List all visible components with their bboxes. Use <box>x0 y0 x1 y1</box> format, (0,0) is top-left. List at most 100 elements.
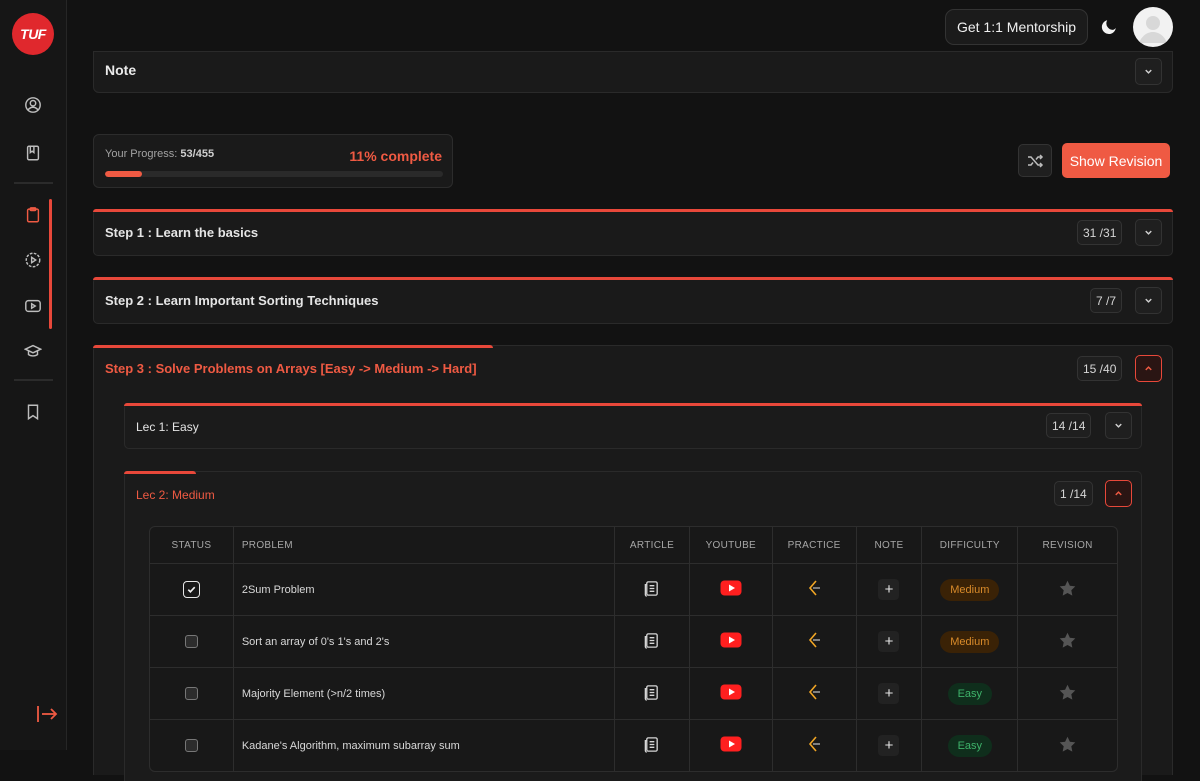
graduation-cap-icon[interactable] <box>23 341 43 361</box>
lecture-2-collapse-button[interactable] <box>1105 480 1132 507</box>
problem-name[interactable]: Sort an array of 0's 1's and 2's <box>234 616 616 667</box>
column-header-article: ARTICLE <box>615 527 690 563</box>
status-checkbox[interactable] <box>182 581 200 598</box>
codingninjas-icon[interactable] <box>805 631 823 652</box>
article-icon[interactable] <box>643 632 660 652</box>
article-icon[interactable] <box>643 580 660 600</box>
add-note-button[interactable]: + <box>878 735 900 756</box>
shuffle-button[interactable] <box>1018 144 1052 177</box>
codingninjas-icon[interactable] <box>805 683 823 704</box>
chevron-down-icon <box>1145 230 1152 235</box>
chevron-down-icon <box>1145 298 1152 303</box>
column-header-youtube: YOUTUBE <box>690 527 773 563</box>
step-1-expand-button[interactable] <box>1135 219 1162 246</box>
youtube-icon[interactable] <box>720 684 742 703</box>
show-revision-button[interactable]: Show Revision <box>1062 143 1170 178</box>
difficulty-badge: Easy <box>947 682 993 705</box>
youtube-icon[interactable] <box>720 580 742 599</box>
profile-icon[interactable] <box>23 95 43 115</box>
step-progress-line <box>93 277 1173 280</box>
plus-icon: + <box>884 685 894 702</box>
progress-label: Your Progress: 53/455 <box>105 148 215 160</box>
plus-icon: + <box>884 633 894 650</box>
problem-name[interactable]: Majority Element (>n/2 times) <box>234 668 616 719</box>
youtube-icon[interactable] <box>720 632 742 651</box>
avatar[interactable] <box>1133 7 1173 47</box>
status-checkbox[interactable] <box>184 687 198 700</box>
tuf-logo[interactable]: TUF <box>12 13 54 55</box>
article-icon[interactable] <box>643 684 660 704</box>
problems-table: STATUS PROBLEM ARTICLE YOUTUBE PRACTICE … <box>149 526 1118 772</box>
revision-cell <box>1018 668 1117 719</box>
chevron-up-icon <box>1145 366 1152 371</box>
step-progress-line <box>93 345 493 348</box>
problem-name[interactable]: Kadane's Algorithm, maximum subarray sum <box>234 720 616 771</box>
add-note-button[interactable]: + <box>878 683 900 704</box>
logout-icon[interactable] <box>36 704 58 724</box>
progress-bar <box>105 171 443 177</box>
step-3-collapse-button[interactable] <box>1135 355 1162 382</box>
step-progress-line <box>93 209 1173 212</box>
mentorship-button[interactable]: Get 1:1 Mentorship <box>945 9 1088 45</box>
status-cell <box>150 564 234 615</box>
table-header-row: STATUS PROBLEM ARTICLE YOUTUBE PRACTICE … <box>150 527 1117 563</box>
chevron-down-icon <box>1115 423 1122 428</box>
step-2-expand-button[interactable] <box>1135 287 1162 314</box>
add-note-button[interactable]: + <box>878 631 900 652</box>
column-header-problem: PROBLEM <box>234 527 616 563</box>
status-checkbox[interactable] <box>184 635 198 648</box>
status-checkbox[interactable] <box>184 739 198 752</box>
lecture-1-section[interactable]: Lec 1: Easy 14 /14 <box>124 403 1142 449</box>
step-2-section[interactable]: Step 2 : Learn Important Sorting Techniq… <box>93 277 1173 324</box>
step-1-section[interactable]: Step 1 : Learn the basics 31 /31 <box>93 209 1173 256</box>
step-3-section[interactable]: Step 3 : Solve Problems on Arrays [Easy … <box>93 345 1173 781</box>
note-title: Note <box>105 62 137 78</box>
revision-cell <box>1018 720 1117 771</box>
lecture-progress-line <box>124 471 196 474</box>
column-header-difficulty: DIFFICULTY <box>922 527 1019 563</box>
column-header-practice: PRACTICE <box>773 527 857 563</box>
revision-cell <box>1018 564 1117 615</box>
youtube-cell <box>690 668 773 719</box>
sidebar: TUF <box>0 0 67 750</box>
clipboard-icon[interactable] <box>23 205 43 225</box>
video-settings-icon[interactable] <box>23 250 43 270</box>
codingninjas-icon[interactable] <box>805 735 823 756</box>
difficulty-badge: Easy <box>947 734 993 757</box>
step-title: Step 3 : Solve Problems on Arrays [Easy … <box>105 361 477 376</box>
sidebar-scroll-indicator <box>49 199 52 329</box>
codingninjas-icon[interactable] <box>805 579 823 600</box>
article-icon[interactable] <box>643 736 660 756</box>
step-count-badge: 7 /7 <box>1090 288 1123 313</box>
article-cell <box>615 564 690 615</box>
star-icon[interactable] <box>1058 683 1077 705</box>
practice-cell <box>773 564 857 615</box>
problem-name[interactable]: 2Sum Problem <box>234 564 616 615</box>
lecture-2-section[interactable]: Lec 2: Medium 1 /14 STATUS PROBLEM ARTIC… <box>124 471 1142 781</box>
lecture-count-badge: 1 /14 <box>1054 481 1093 506</box>
difficulty-badge: Medium <box>940 630 1000 653</box>
book-icon[interactable] <box>23 143 43 163</box>
table-body: 2Sum Problem + Medium Sort an array of 0's … <box>150 563 1117 771</box>
moon-icon[interactable] <box>1101 17 1119 35</box>
note-cell: + <box>857 616 923 667</box>
shuffle-icon <box>1028 153 1044 168</box>
practice-cell <box>773 616 857 667</box>
youtube-icon[interactable] <box>23 296 43 316</box>
star-icon[interactable] <box>1058 579 1077 601</box>
note-section[interactable]: Note <box>93 51 1173 93</box>
table-row: 2Sum Problem + Medium <box>150 563 1117 615</box>
column-header-note: NOTE <box>857 527 923 563</box>
star-icon[interactable] <box>1058 631 1077 653</box>
star-icon[interactable] <box>1058 735 1077 757</box>
add-note-button[interactable]: + <box>878 579 900 600</box>
note-expand-button[interactable] <box>1135 58 1162 85</box>
revision-cell <box>1018 616 1117 667</box>
table-row: Sort an array of 0's 1's and 2's + Medium <box>150 615 1117 667</box>
youtube-cell <box>690 564 773 615</box>
lecture-1-expand-button[interactable] <box>1105 412 1132 439</box>
chevron-up-icon <box>1115 491 1122 496</box>
lecture-progress-line <box>124 403 1142 406</box>
youtube-icon[interactable] <box>720 736 742 755</box>
bookmark-icon[interactable] <box>23 402 43 422</box>
